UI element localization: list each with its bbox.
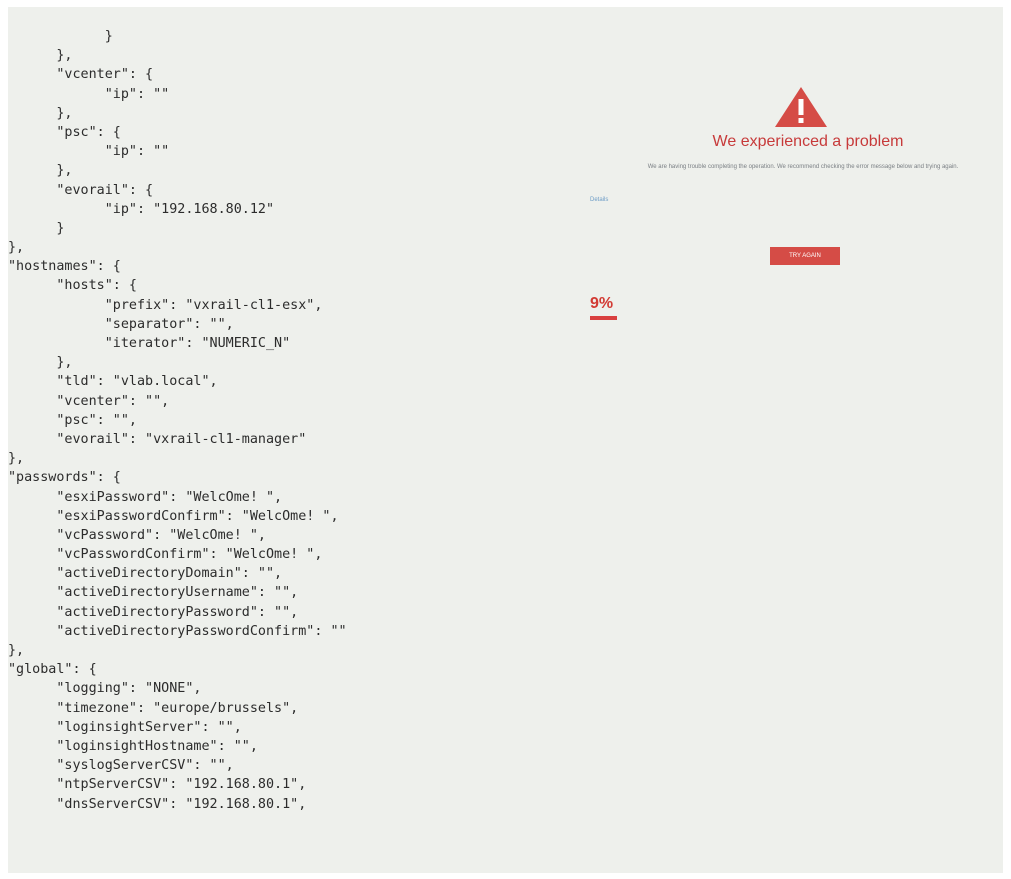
code-line: }, (8, 105, 73, 121)
code-line: "evorail": { (8, 182, 154, 198)
code-line: "passwords": { (8, 470, 121, 486)
code-line: "separator": "", (8, 316, 234, 332)
code-line: }, (8, 163, 73, 179)
code-line: "hosts": { (8, 278, 137, 294)
code-line: } (8, 220, 65, 236)
code-line: "timezone": "europe/brussels", (8, 700, 299, 716)
error-title: We experienced a problem (712, 133, 904, 150)
code-line: "global": { (8, 662, 97, 678)
json-config-viewer: } }, "vcenter": { "ip": "" }, "psc": { "… (8, 27, 568, 814)
code-line: "psc": { (8, 124, 121, 140)
code-line: "prefix": "vxrail-cl1-esx", (8, 297, 323, 313)
code-line: "psc": "", (8, 412, 137, 428)
code-line: "activeDirectoryPassword": "", (8, 604, 299, 620)
code-line: "esxiPassword": "WelcOme! ", (8, 489, 283, 505)
try-again-button[interactable]: TRY AGAIN (770, 247, 840, 265)
code-line: "iterator": "NUMERIC_N" (8, 336, 291, 351)
code-line: "logging": "NONE", (8, 681, 202, 697)
code-line: "loginsightHostname": "", (8, 738, 258, 754)
code-line: "dnsServerCSV": "192.168.80.1", (8, 796, 307, 812)
code-line: "activeDirectoryDomain": "", (8, 566, 283, 582)
code-line: "vcenter": { (8, 67, 154, 83)
code-line: }, (8, 451, 25, 467)
code-line: "tld": "vlab.local", (8, 374, 218, 390)
code-line: "loginsightServer": "", (8, 719, 242, 735)
progress-percent: 9% (590, 295, 614, 312)
code-line: }, (8, 643, 25, 658)
progress-bar-fill (590, 316, 617, 320)
code-line: "ip": "" (8, 86, 170, 102)
progress-bar (590, 316, 890, 320)
code-line: }, (8, 48, 73, 64)
code-line: "activeDirectoryUsername": "", (8, 585, 299, 601)
code-line: "ip": "" (8, 144, 170, 160)
code-line: "vcenter": "", (8, 393, 170, 409)
code-line: }, (8, 355, 73, 371)
code-line: "esxiPasswordConfirm": "WelcOme! ", (8, 508, 339, 524)
code-line: } (8, 29, 113, 44)
code-line: "ntpServerCSV": "192.168.80.1", (8, 777, 307, 793)
code-line: "syslogServerCSV": "", (8, 758, 234, 774)
code-line: "vcPasswordConfirm": "WelcOme! ", (8, 547, 323, 563)
warning-triangle-icon (775, 87, 827, 127)
code-line: "vcPassword": "WelcOme! ", (8, 527, 266, 543)
code-line: "evorail": "vxrail-cl1-manager" (8, 431, 307, 447)
code-line: }, (8, 240, 25, 256)
monitor-screen: } }, "vcenter": { "ip": "" }, "psc": { "… (8, 7, 1003, 873)
error-details-link[interactable]: Details (590, 197, 608, 203)
code-line: "ip": "192.168.80.12" (8, 201, 275, 217)
code-line: "activeDirectoryPasswordConfirm": "" (8, 623, 347, 639)
code-line: "hostnames": { (8, 259, 121, 275)
error-message: We are having trouble completing the ope… (647, 164, 959, 170)
